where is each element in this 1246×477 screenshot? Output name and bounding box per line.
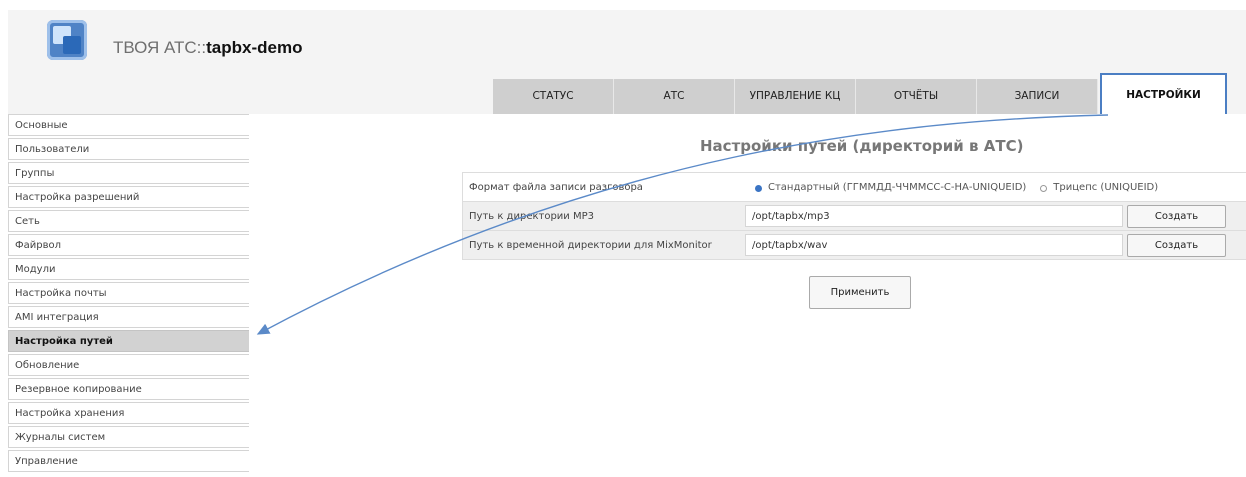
arrow-path	[256, 114, 1109, 335]
annotation-arrow	[256, 114, 1109, 335]
